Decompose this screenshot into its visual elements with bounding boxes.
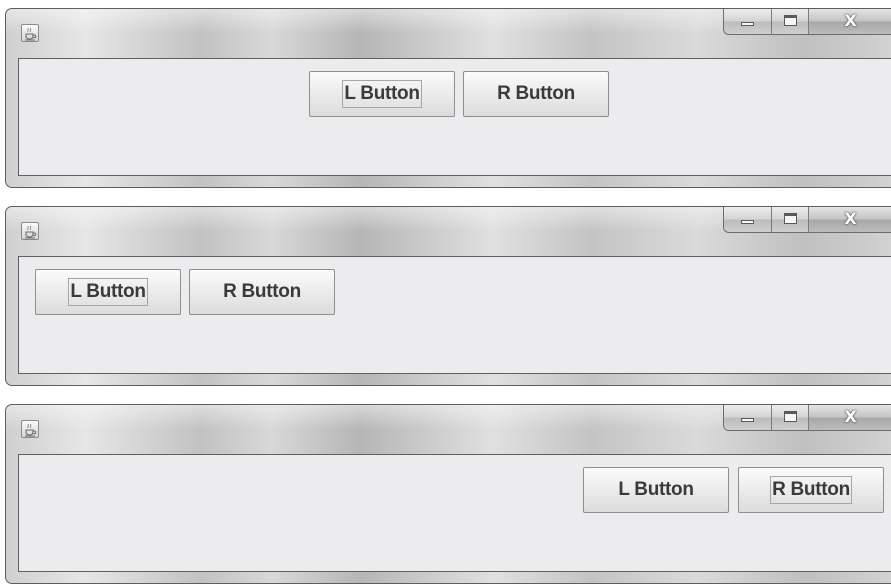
content-pane: L Button R Button (18, 58, 891, 176)
content-pane: L Button R Button (18, 454, 891, 572)
close-button[interactable]: X (809, 9, 891, 34)
r-button-label: R Button (223, 281, 301, 302)
r-button[interactable]: R Button (463, 71, 609, 117)
maximize-icon (784, 213, 797, 224)
minimize-button[interactable] (724, 9, 772, 34)
l-button[interactable]: L Button (35, 269, 181, 315)
close-icon: X (844, 11, 857, 30)
maximize-icon (784, 15, 797, 26)
r-button[interactable]: R Button (738, 467, 884, 513)
l-button[interactable]: L Button (309, 71, 455, 117)
r-button-label: R Button (497, 83, 575, 104)
l-button-label: L Button (342, 80, 422, 108)
l-button-label: L Button (618, 479, 694, 500)
java-cup-icon[interactable] (21, 24, 39, 42)
content-pane: L Button R Button (18, 256, 891, 374)
minimize-button[interactable] (724, 207, 772, 232)
maximize-icon (784, 411, 797, 422)
window-left-layout: X L Button R Button (5, 206, 891, 386)
minimize-icon (741, 220, 754, 224)
close-button[interactable]: X (809, 207, 891, 232)
minimize-icon (741, 22, 754, 26)
caption-buttons: X (723, 9, 891, 35)
caption-buttons: X (723, 207, 891, 233)
window-center-layout: X L Button R Button (5, 8, 891, 188)
java-cup-icon[interactable] (21, 420, 39, 438)
minimize-button[interactable] (724, 405, 772, 430)
close-button[interactable]: X (809, 405, 891, 430)
java-cup-icon[interactable] (21, 222, 39, 240)
close-icon: X (844, 209, 857, 228)
l-button-label: L Button (68, 278, 148, 306)
window-right-layout: X L Button R Button (5, 404, 891, 584)
close-icon: X (844, 407, 857, 426)
r-button-label: R Button (770, 476, 852, 504)
r-button[interactable]: R Button (189, 269, 335, 315)
caption-buttons: X (723, 405, 891, 431)
maximize-button[interactable] (772, 207, 809, 232)
maximize-button[interactable] (772, 9, 809, 34)
minimize-icon (741, 418, 754, 422)
maximize-button[interactable] (772, 405, 809, 430)
l-button[interactable]: L Button (583, 467, 729, 513)
